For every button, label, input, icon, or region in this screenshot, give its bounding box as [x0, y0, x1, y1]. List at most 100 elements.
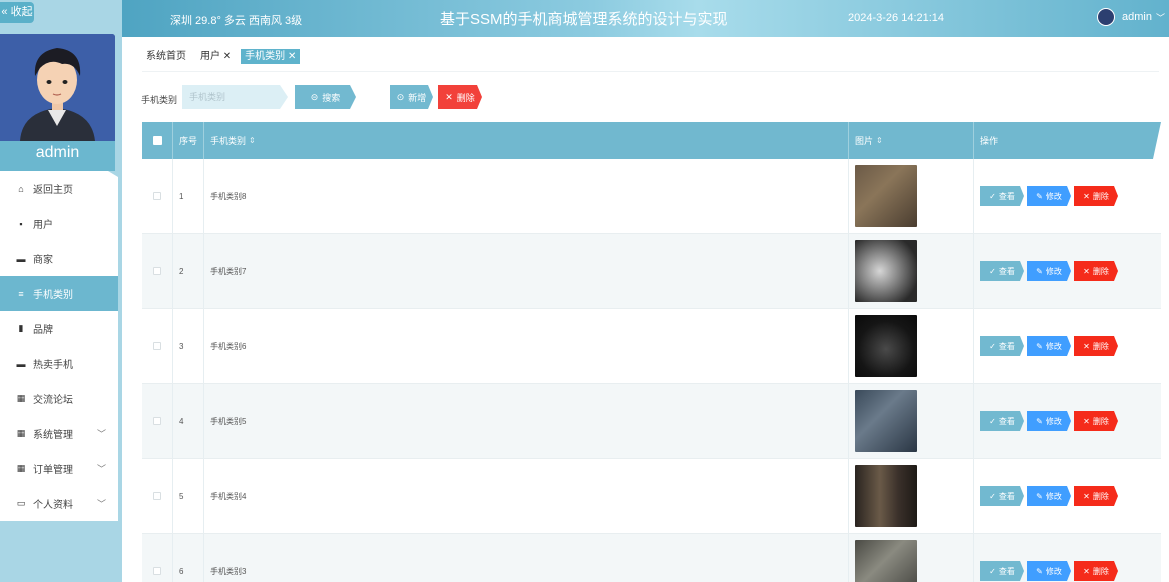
sidebar-item-home[interactable]: ⌂ 返回主页 [0, 171, 118, 206]
edit-button[interactable]: ✎ 修改 [1027, 411, 1071, 431]
check-icon: ✓ [989, 191, 996, 201]
search-button[interactable]: ⊝ 搜索 [295, 85, 356, 109]
weather-info: 深圳 29.8° 多云 西南风 3级 [170, 15, 303, 27]
delete-button[interactable]: ✕ 删除 [1074, 486, 1118, 506]
sidebar-item-brands[interactable]: ▮ 品牌 [0, 311, 118, 346]
row-checkbox[interactable] [153, 492, 161, 500]
search-input[interactable] [182, 85, 278, 109]
edit-button[interactable]: ✎ 修改 [1027, 561, 1071, 581]
profile-card-icon: ▭ [16, 498, 26, 508]
sidebar-item-phone-category[interactable]: ≡ 手机类别 [0, 276, 118, 311]
edit-button[interactable]: ✎ 修改 [1027, 261, 1071, 281]
ticket-icon: ▬ [16, 358, 26, 369]
edit-icon: ✎ [1036, 416, 1043, 426]
sidebar-item-hot-phones[interactable]: ▬ 热卖手机 [0, 346, 118, 381]
edit-button[interactable]: ✎ 修改 [1027, 486, 1071, 506]
sidebar-item-label: 手机类别 [33, 290, 73, 301]
row-name: 手机类别6 [204, 309, 849, 383]
breadcrumb: 系统首页 用户 ✕ 手机类别 ✕ [142, 49, 306, 64]
view-button[interactable]: ✓ 查看 [980, 486, 1024, 506]
row-checkbox[interactable] [153, 567, 161, 575]
collapse-button[interactable]: « 收起 [0, 2, 34, 23]
delete-button[interactable]: ✕ 删除 [1074, 186, 1118, 206]
tab-home[interactable]: 系统首页 [142, 49, 190, 64]
sidebar-admin-name: admin [0, 141, 115, 171]
table-row: 1 手机类别8 ✓ 查看 ✎ 修改 ✕ 删除 [142, 159, 1161, 234]
grid-icon: ▦ [16, 463, 26, 473]
header-index: 序号 [173, 122, 204, 159]
sidebar-item-orders[interactable]: ▦ 订单管理 ﹀ [0, 451, 118, 486]
header-checkbox-cell [142, 122, 173, 159]
edit-button[interactable]: ✎ 修改 [1027, 186, 1071, 206]
select-all-checkbox[interactable] [152, 136, 162, 145]
row-index: 1 [173, 159, 204, 233]
view-button[interactable]: ✓ 查看 [980, 561, 1024, 581]
row-index: 4 [173, 384, 204, 458]
sort-icon[interactable]: ⇕ [249, 136, 256, 145]
view-button[interactable]: ✓ 查看 [980, 411, 1024, 431]
row-thumbnail [855, 540, 917, 582]
check-icon: ✓ [989, 416, 996, 426]
delete-button[interactable]: ✕ 删除 [1074, 561, 1118, 581]
add-icon: ⊙ [396, 91, 405, 102]
sidebar-item-users[interactable]: ▪ 用户 [0, 206, 118, 241]
add-button-label: 新增 [408, 92, 427, 103]
add-button[interactable]: ⊙ 新增 [390, 85, 433, 109]
header-name[interactable]: 手机类别 ⇕ [204, 122, 849, 159]
sidebar-item-label: 品牌 [33, 325, 53, 336]
delete-button[interactable]: ✕ 删除 [1074, 261, 1118, 281]
sidebar-item-forum[interactable]: ▦ 交流论坛 [0, 381, 118, 416]
row-index: 5 [173, 459, 204, 533]
sidebar-item-label: 订单管理 [33, 465, 73, 476]
view-button[interactable]: ✓ 查看 [980, 336, 1024, 356]
shop-icon: ▬ [16, 253, 26, 264]
row-index: 2 [173, 234, 204, 308]
row-checkbox[interactable] [153, 192, 161, 200]
chevron-down-icon: ﹀ [96, 429, 106, 439]
sidebar-item-label: 交流论坛 [33, 395, 73, 406]
sidebar-item-profile[interactable]: ▭ 个人资料 ﹀ [0, 486, 118, 521]
sidebar-item-label: 返回主页 [33, 185, 73, 196]
sidebar-item-label: 系统管理 [33, 430, 73, 441]
close-icon: ✕ [1083, 566, 1090, 576]
close-icon: ✕ [1083, 341, 1090, 351]
table-row: 2 手机类别7 ✓ 查看 ✎ 修改 ✕ 删除 [142, 234, 1161, 309]
row-name: 手机类别3 [204, 534, 849, 582]
batch-delete-button[interactable]: ✕ 删除 [438, 85, 482, 109]
edit-icon: ✎ [1036, 341, 1043, 351]
check-icon: ✓ [989, 266, 996, 276]
grid-icon: ▦ [16, 428, 26, 438]
table-row: 6 手机类别3 ✓ 查看 ✎ 修改 ✕ 删除 [142, 534, 1161, 582]
row-checkbox[interactable] [153, 267, 161, 275]
tab-users[interactable]: 用户 ✕ [196, 49, 235, 64]
row-thumbnail [855, 465, 917, 527]
row-thumbnail [855, 165, 917, 227]
check-icon: ✓ [989, 566, 996, 576]
data-table: 序号 手机类别 ⇕ 图片 ⇕ 操作 1 手机类别8 ✓ 查看 ✎ 修改 ✕ 删除 2 手机… [142, 122, 1161, 582]
avatar [1097, 8, 1116, 26]
tab-phone-category[interactable]: 手机类别 ✕ [241, 49, 301, 64]
row-checkbox[interactable] [153, 417, 161, 425]
user-menu[interactable]: admin ﹀ [1097, 8, 1165, 26]
header-image[interactable]: 图片 ⇕ [849, 122, 974, 159]
header-ops: 操作 [980, 136, 999, 146]
avatar [0, 34, 115, 141]
view-button[interactable]: ✓ 查看 [980, 186, 1024, 206]
table-row: 5 手机类别4 ✓ 查看 ✎ 修改 ✕ 删除 [142, 459, 1161, 534]
edit-button[interactable]: ✎ 修改 [1027, 336, 1071, 356]
delete-button[interactable]: ✕ 删除 [1074, 336, 1118, 356]
page-title: 基于SSM的手机商城管理系统的设计与实现 [440, 11, 728, 28]
check-icon: ✓ [989, 491, 996, 501]
row-checkbox[interactable] [153, 342, 161, 350]
close-icon: ✕ [1083, 266, 1090, 276]
sidebar-item-system[interactable]: ▦ 系统管理 ﹀ [0, 416, 118, 451]
table-row: 3 手机类别6 ✓ 查看 ✎ 修改 ✕ 删除 [142, 309, 1161, 384]
edit-icon: ✎ [1036, 266, 1043, 276]
sidebar-item-merchants[interactable]: ▬ 商家 [0, 241, 118, 276]
row-index: 3 [173, 309, 204, 383]
view-button[interactable]: ✓ 查看 [980, 261, 1024, 281]
avatar-illustration [0, 34, 115, 141]
search-button-label: 搜索 [322, 92, 341, 103]
delete-button[interactable]: ✕ 删除 [1074, 411, 1118, 431]
sort-icon[interactable]: ⇕ [876, 136, 883, 145]
